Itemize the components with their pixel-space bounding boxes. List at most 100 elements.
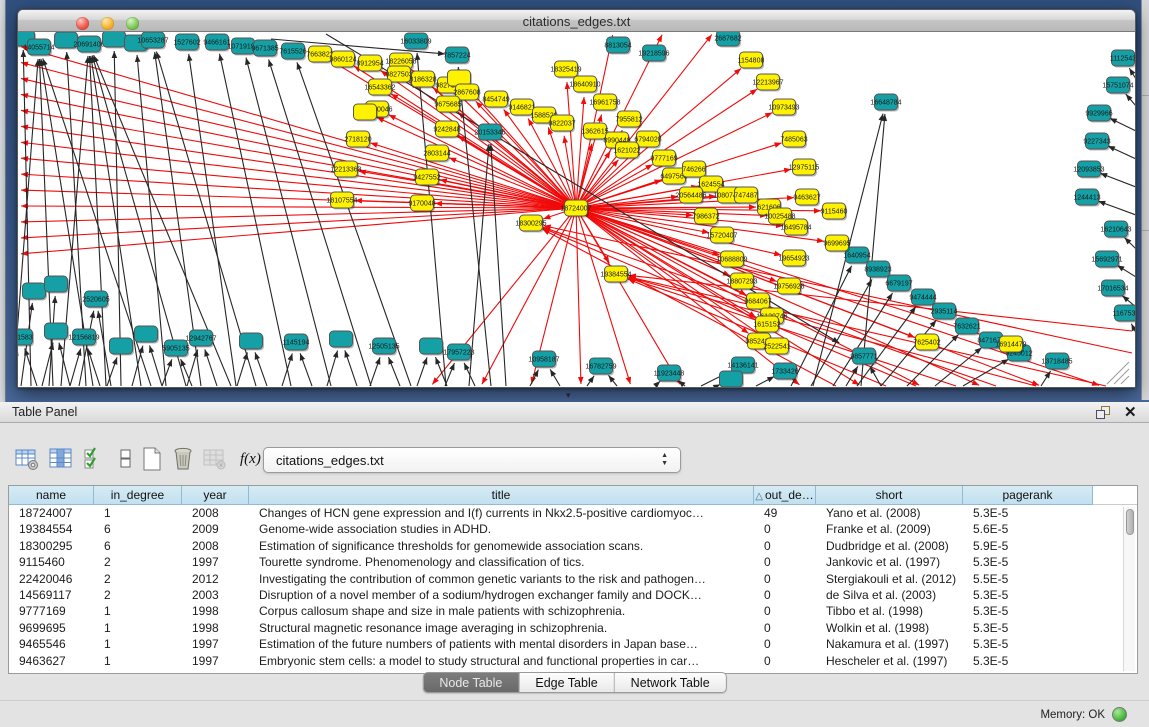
new-table-icon[interactable] <box>139 446 167 474</box>
table-selector-dropdown[interactable]: citations_edges.txt ▲▼ <box>263 447 681 473</box>
tab-network-table[interactable]: Network Table <box>615 673 726 692</box>
graph-node-label: 12975115 <box>789 165 820 172</box>
column-header-name[interactable]: name <box>9 486 94 505</box>
canvas-resize-grip[interactable] <box>1121 376 1129 384</box>
network-canvas[interactable]: 1405571420691406106532871527602946616110… <box>18 32 1135 387</box>
column-header-in_degree[interactable]: in_degree <box>94 486 182 505</box>
column-header-short[interactable]: short <box>816 486 963 505</box>
graph-node-label: 10653287 <box>137 38 168 45</box>
table-row[interactable]: 1830029562008Estimation of significance … <box>9 538 1137 554</box>
graph-node-label: 1362615 <box>581 129 608 136</box>
graph-node[interactable] <box>354 104 377 120</box>
graph-node[interactable] <box>23 283 46 299</box>
graph-node-label: 7857224 <box>443 53 470 60</box>
column-header-year[interactable]: year <box>182 486 249 505</box>
table-cell: 2 <box>94 587 182 603</box>
column-select-icon[interactable] <box>48 446 76 474</box>
edge-arrowhead <box>344 350 349 358</box>
sort-indicator-icon: △ <box>755 491 763 502</box>
graph-node-label: 16961758 <box>589 100 620 107</box>
graph-node[interactable] <box>103 32 126 47</box>
table-row[interactable]: 946554611997Estimation of the future num… <box>9 636 1137 652</box>
graph-node-label: 12213967 <box>752 80 783 87</box>
edge-arrowhead <box>181 359 186 367</box>
graph-node-label: 19384554 <box>600 272 631 279</box>
edge-arrowhead <box>112 51 118 58</box>
table-cell: 0 <box>754 636 816 652</box>
edge-arrowhead <box>769 276 777 281</box>
table-row[interactable]: 969969511998Structural magnetic resonanc… <box>9 620 1137 636</box>
table-cell: 1 <box>94 620 182 636</box>
table-row[interactable]: 946362711997Embryonic stem cells: a mode… <box>9 653 1137 669</box>
graph-node[interactable] <box>45 323 68 339</box>
graph-node[interactable] <box>110 338 133 354</box>
table-cell: Franke et al. (2009) <box>816 521 963 537</box>
table-cell: Corpus callosum shape and size in male p… <box>249 603 754 619</box>
table-cell: Investigating the contribution of common… <box>249 571 754 587</box>
window-titlebar[interactable]: citations_edges.txt <box>18 10 1135 32</box>
table-cell: 0 <box>754 571 816 587</box>
table-panel-title: Table Panel <box>12 405 77 419</box>
edge-arrowhead <box>866 279 872 286</box>
tab-edge-table[interactable]: Edge Table <box>519 673 614 692</box>
graph-node-label: 19218596 <box>638 51 669 58</box>
table-row[interactable]: 977716911998Corpus callosum shape and si… <box>9 603 1137 619</box>
graph-node[interactable] <box>330 331 353 347</box>
table-cell: Wolkin et al. (1998) <box>816 620 963 636</box>
graph-node[interactable] <box>240 333 263 349</box>
network-view-window: citations_edges.txt 14055714206914061065… <box>17 9 1136 388</box>
graph-node-label: 16543362 <box>364 85 395 92</box>
row-select-checks-icon[interactable] <box>82 446 110 474</box>
graph-node[interactable] <box>135 326 158 342</box>
edge-arrowhead <box>705 35 712 42</box>
column-header-out_de[interactable]: △out_de… <box>754 486 816 505</box>
table-cell: Yano et al. (2008) <box>816 505 963 521</box>
graph-node-label: 6794028 <box>634 137 661 144</box>
graph-node-label: 7625402 <box>913 340 940 347</box>
graph-node-label: 18300295 <box>515 221 546 228</box>
graph-node-label: 16210643 <box>1100 227 1131 234</box>
edge-arrowhead <box>543 214 551 219</box>
table-panel-header[interactable]: Table Panel ✕ <box>0 402 1149 423</box>
edge-arrowhead <box>297 62 302 70</box>
graph-node[interactable] <box>45 276 68 292</box>
table-row[interactable]: 911546021997Tourette syndrome. Phenomeno… <box>9 554 1137 570</box>
table-cell: 0 <box>754 603 816 619</box>
table-row[interactable]: 1872400712008Changes of HCN gene express… <box>9 505 1137 521</box>
graph-node-label: 8938923 <box>864 267 891 274</box>
table-body: 1872400712008Changes of HCN gene express… <box>9 505 1137 669</box>
graph-node-label: 1733426 <box>771 369 798 376</box>
table-row[interactable]: 1938455462009Genome-wide association stu… <box>9 521 1137 537</box>
canvas-resize-grip[interactable] <box>1114 369 1129 384</box>
graph-node[interactable] <box>420 338 443 354</box>
graph-node-label: 15751074 <box>1102 83 1133 90</box>
tab-node-table[interactable]: Node Table <box>423 673 519 692</box>
close-panel-icon[interactable]: ✕ <box>1124 403 1137 421</box>
table-cell: Estimation of significance thresholds fo… <box>249 538 754 554</box>
edge-arrowhead <box>749 204 756 210</box>
table-scrollbar[interactable] <box>1123 507 1135 671</box>
graph-node-label: 2520605 <box>82 297 109 304</box>
edge-arrowhead <box>243 352 248 360</box>
scrollbar-thumb[interactable] <box>1126 509 1134 535</box>
import-table-disabled-icon <box>202 446 230 474</box>
rows-icon[interactable] <box>113 446 141 474</box>
background-window-edge[interactable] <box>1141 0 1149 400</box>
graph-node-label: 12942767 <box>185 336 216 343</box>
table-cell: Disruption of a novel member of a sodium… <box>249 587 754 603</box>
delete-table-icon[interactable] <box>170 446 198 474</box>
memory-status-indicator[interactable] <box>1112 707 1127 722</box>
graph-node-label: 19756928 <box>773 284 804 291</box>
column-header-title[interactable]: title <box>249 486 754 505</box>
control-panel-edge[interactable] <box>0 0 6 402</box>
splitter-collapse-arrow[interactable]: ▾ <box>566 391 571 400</box>
float-panel-icon[interactable] <box>1096 406 1112 420</box>
table-settings-icon[interactable] <box>14 446 42 474</box>
network-graph-svg: 1405571420691406106532871527602946616110… <box>18 32 1135 387</box>
graph-node[interactable] <box>720 371 743 387</box>
column-header-pagerank[interactable]: pagerank <box>963 486 1093 505</box>
table-row[interactable]: 1456911722003Disruption of a novel membe… <box>9 587 1137 603</box>
edge-arrowhead <box>765 113 773 119</box>
table-row[interactable]: 2242004622012Investigating the contribut… <box>9 571 1137 587</box>
graph-node-label: 8186328 <box>409 77 436 84</box>
